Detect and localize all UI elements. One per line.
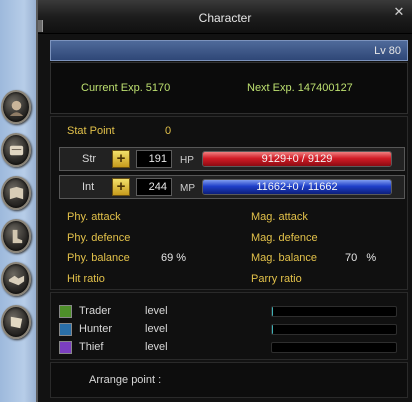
thief-icon (59, 341, 72, 354)
add-int-button[interactable]: + (112, 178, 130, 196)
job-name: Thief (79, 341, 104, 353)
title-bar[interactable]: Character ✕ (38, 0, 412, 34)
boot-icon (12, 229, 23, 244)
hp-label: HP (180, 155, 194, 166)
level-bar: Lv 80 (50, 40, 408, 61)
int-label: Int (82, 181, 95, 193)
stats-panel: Stat Point 0 Str + 191 HP 9129+0 / 9129 … (50, 116, 408, 290)
phy-balance-value: 69 % (161, 252, 187, 264)
job-progress-fill (272, 325, 274, 334)
window-title: Character (198, 11, 252, 25)
experience-panel: Current Exp. 5170 Next Exp. 147400127 (50, 62, 408, 114)
str-value: 191 (136, 150, 172, 168)
mag-balance-value: 70 % (345, 252, 377, 264)
str-row: Str + 191 HP 9129+0 / 9129 (59, 147, 405, 171)
job-level-label: level (145, 323, 168, 335)
mag-attack-label: Mag. attack (251, 211, 308, 223)
job-progress-fill (272, 307, 274, 316)
job-row-trader: Trader level (59, 304, 405, 322)
add-str-button[interactable]: + (112, 150, 130, 168)
job-name: Hunter (79, 323, 113, 335)
close-icon[interactable]: ✕ (392, 5, 406, 19)
job-row-thief: Thief level (59, 340, 405, 358)
parry-ratio-label: Parry ratio (251, 273, 302, 285)
character-face-icon (9, 100, 24, 117)
level-text: Lv 80 (374, 45, 401, 57)
mag-defence-label: Mag. defence (251, 232, 318, 244)
hp-gauge: 9129+0 / 9129 (202, 151, 392, 167)
character-tab-button[interactable] (1, 90, 31, 124)
character-window: Character ✕ Lv 80 Current Exp. 5170 Next… (36, 0, 412, 402)
inventory-tab-button[interactable] (1, 219, 31, 253)
job-row-hunter: Hunter level (59, 322, 405, 340)
job-level-label: level (145, 341, 168, 353)
phy-defence-label: Phy. defence (67, 232, 131, 244)
stat-point-value: 0 (165, 125, 172, 137)
phy-balance-label: Phy. balance (67, 252, 130, 264)
hunter-icon (59, 323, 72, 336)
int-row: Int + 244 MP 11662+0 / 11662 (59, 175, 405, 199)
map-tab-button[interactable] (1, 305, 31, 339)
mp-label: MP (180, 183, 195, 194)
arrange-point-panel: Arrange point : (50, 362, 408, 398)
community-tab-button[interactable] (1, 262, 31, 296)
phy-attack-label: Phy. attack (67, 211, 121, 223)
int-value: 244 (136, 178, 172, 196)
book-icon (9, 186, 24, 200)
job-name: Trader (79, 305, 111, 317)
hp-gauge-text: 9129+0 / 9129 (261, 153, 333, 165)
current-exp: Current Exp. 5170 (81, 82, 171, 94)
handshake-icon (8, 275, 25, 286)
hit-ratio-label: Hit ratio (67, 273, 105, 285)
trader-icon (59, 305, 72, 318)
job-progress-bar (271, 342, 397, 353)
job-progress-bar (271, 324, 397, 335)
str-label: Str (82, 153, 97, 165)
mp-gauge-text: 11662+0 / 11662 (256, 181, 338, 193)
scroll-icon (9, 145, 24, 156)
quest-tab-button[interactable] (1, 176, 31, 210)
job-panel: Trader level Hunter level Thief level (50, 292, 408, 360)
skill-tab-button[interactable] (1, 133, 31, 167)
mp-gauge: 11662+0 / 11662 (202, 179, 392, 195)
job-level-label: level (145, 305, 168, 317)
stat-point-label: Stat Point (67, 125, 115, 137)
arrange-point-label: Arrange point : (89, 374, 162, 386)
next-exp: Next Exp. 147400127 (247, 82, 353, 94)
job-progress-bar (271, 306, 397, 317)
mag-balance-label: Mag. balance (251, 252, 318, 264)
map-scroll-icon (10, 316, 23, 329)
